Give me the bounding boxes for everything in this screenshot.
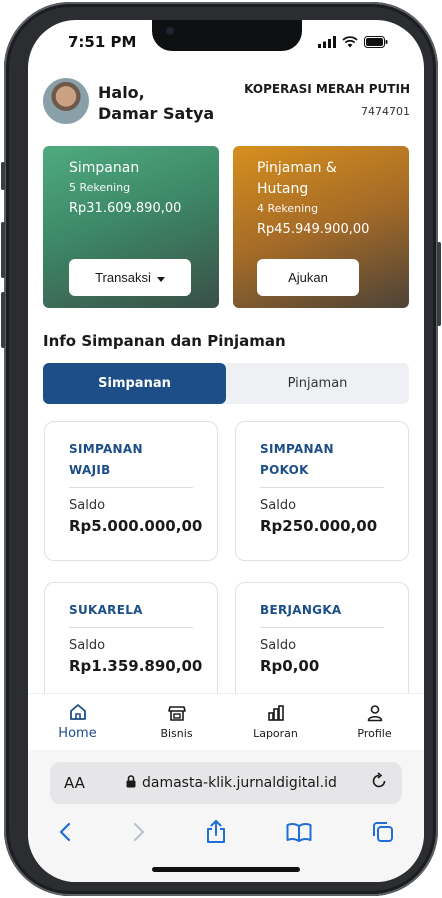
balance-amount: Rp0,00 bbox=[260, 657, 320, 675]
nav-business-label: Bisnis bbox=[160, 726, 193, 740]
balance-amount: Rp250.000,00 bbox=[260, 517, 378, 535]
nav-business[interactable]: Bisnis bbox=[127, 694, 226, 749]
divider bbox=[69, 627, 193, 628]
bottom-nav: Home Bisnis Laporan Profile bbox=[28, 693, 424, 749]
balance-label: Saldo bbox=[69, 638, 106, 653]
greeting: Halo, Damar Satya bbox=[98, 82, 214, 124]
user-name: Damar Satya bbox=[98, 104, 215, 123]
lock-icon bbox=[126, 774, 136, 792]
reload-icon[interactable] bbox=[370, 771, 388, 795]
loans-card-amount: Rp45.949.900,00 bbox=[257, 222, 370, 237]
address-bar[interactable]: AA damasta-klik.jurnaldigital.id bbox=[50, 762, 402, 804]
mute-switch bbox=[1, 162, 5, 190]
account-name: SIMPANAN POKOK bbox=[260, 439, 384, 481]
balance-amount: Rp1.359.890,00 bbox=[69, 657, 203, 675]
bar-chart-icon bbox=[267, 704, 285, 725]
section-title: Info Simpanan dan Pinjaman bbox=[43, 332, 286, 350]
account-name-line1: SIMPANAN bbox=[69, 442, 143, 456]
home-icon bbox=[69, 703, 87, 724]
power-button bbox=[437, 242, 441, 326]
battery-icon bbox=[364, 33, 388, 52]
account-tile[interactable]: SIMPANAN POKOK Saldo Rp250.000,00 bbox=[235, 421, 409, 561]
transaction-button[interactable]: Transaksi bbox=[69, 259, 191, 296]
account-name-line2: POKOK bbox=[260, 463, 309, 477]
bookmarks-icon[interactable] bbox=[286, 822, 312, 846]
loans-card-title-line2: Hutang bbox=[257, 181, 309, 197]
status-time: 7:51 PM bbox=[68, 33, 137, 51]
status-icons bbox=[318, 33, 388, 52]
savings-card-amount: Rp31.609.890,00 bbox=[69, 201, 182, 216]
tab-loans[interactable]: Pinjaman bbox=[226, 363, 409, 404]
url-display: damasta-klik.jurnaldigital.id bbox=[126, 774, 337, 792]
wifi-icon bbox=[342, 33, 358, 52]
balance-label: Saldo bbox=[69, 498, 106, 513]
loans-card[interactable]: Pinjaman & Hutang 4 Rekening Rp45.949.90… bbox=[233, 146, 409, 308]
nav-home-label: Home bbox=[58, 725, 97, 741]
caret-down-icon bbox=[156, 270, 165, 285]
reader-settings-button[interactable]: AA bbox=[64, 774, 85, 792]
account-name: SUKARELA bbox=[69, 603, 143, 617]
loans-card-title-line1: Pinjaman & bbox=[257, 160, 337, 176]
account-name-line2: WAJIB bbox=[69, 463, 111, 477]
store-icon bbox=[167, 704, 186, 725]
front-camera bbox=[166, 27, 174, 35]
nav-home[interactable]: Home bbox=[28, 694, 127, 749]
org-name: KOPERASI MERAH PUTIH bbox=[244, 82, 410, 96]
savings-card-title: Simpanan bbox=[69, 160, 140, 176]
browser-chrome: AA damasta-klik.jurnaldigital.id bbox=[28, 750, 424, 882]
notch bbox=[152, 20, 302, 51]
divider bbox=[260, 487, 384, 488]
account-name: BERJANGKA bbox=[260, 603, 342, 617]
browser-toolbar bbox=[28, 818, 424, 850]
balance-amount: Rp5.000.000,00 bbox=[69, 517, 203, 535]
org-id: 7474701 bbox=[361, 105, 410, 118]
signal-icon bbox=[318, 33, 336, 52]
home-indicator bbox=[152, 867, 300, 872]
divider bbox=[260, 627, 384, 628]
greeting-hello: Halo, bbox=[98, 83, 145, 102]
transaction-button-label: Transaksi bbox=[95, 270, 151, 285]
volume-up-button bbox=[1, 222, 5, 278]
balance-label: Saldo bbox=[260, 498, 297, 513]
tab-bar: Simpanan Pinjaman bbox=[43, 363, 409, 404]
balance-label: Saldo bbox=[260, 638, 297, 653]
nav-reports[interactable]: Laporan bbox=[226, 694, 325, 749]
account-tile[interactable]: SIMPANAN WAJIB Saldo Rp5.000.000,00 bbox=[44, 421, 218, 561]
nav-reports-label: Laporan bbox=[253, 726, 298, 740]
savings-card[interactable]: Simpanan 5 Rekening Rp31.609.890,00 Tran… bbox=[43, 146, 219, 308]
forward-icon[interactable] bbox=[132, 822, 146, 846]
tab-savings[interactable]: Simpanan bbox=[43, 363, 226, 404]
phone-frame: 7:51 PM Halo, Damar Satya KOPERASI MERAH… bbox=[1, 2, 441, 896]
tabs-icon[interactable] bbox=[372, 821, 394, 847]
avatar[interactable] bbox=[43, 78, 89, 124]
nav-profile[interactable]: Profile bbox=[325, 694, 424, 749]
share-icon[interactable] bbox=[206, 820, 226, 848]
apply-button-label: Ajukan bbox=[288, 270, 328, 285]
user-icon bbox=[366, 704, 384, 725]
divider bbox=[69, 487, 193, 488]
screen: 7:51 PM Halo, Damar Satya KOPERASI MERAH… bbox=[28, 20, 424, 882]
nav-profile-label: Profile bbox=[357, 726, 392, 740]
loans-card-subtitle: 4 Rekening bbox=[257, 202, 319, 215]
back-icon[interactable] bbox=[58, 822, 72, 846]
volume-down-button bbox=[1, 292, 5, 348]
url-text: damasta-klik.jurnaldigital.id bbox=[142, 775, 337, 791]
apply-button[interactable]: Ajukan bbox=[257, 259, 359, 296]
savings-card-subtitle: 5 Rekening bbox=[69, 181, 131, 194]
account-name-line1: SIMPANAN bbox=[260, 442, 334, 456]
account-name: SIMPANAN WAJIB bbox=[69, 439, 193, 481]
